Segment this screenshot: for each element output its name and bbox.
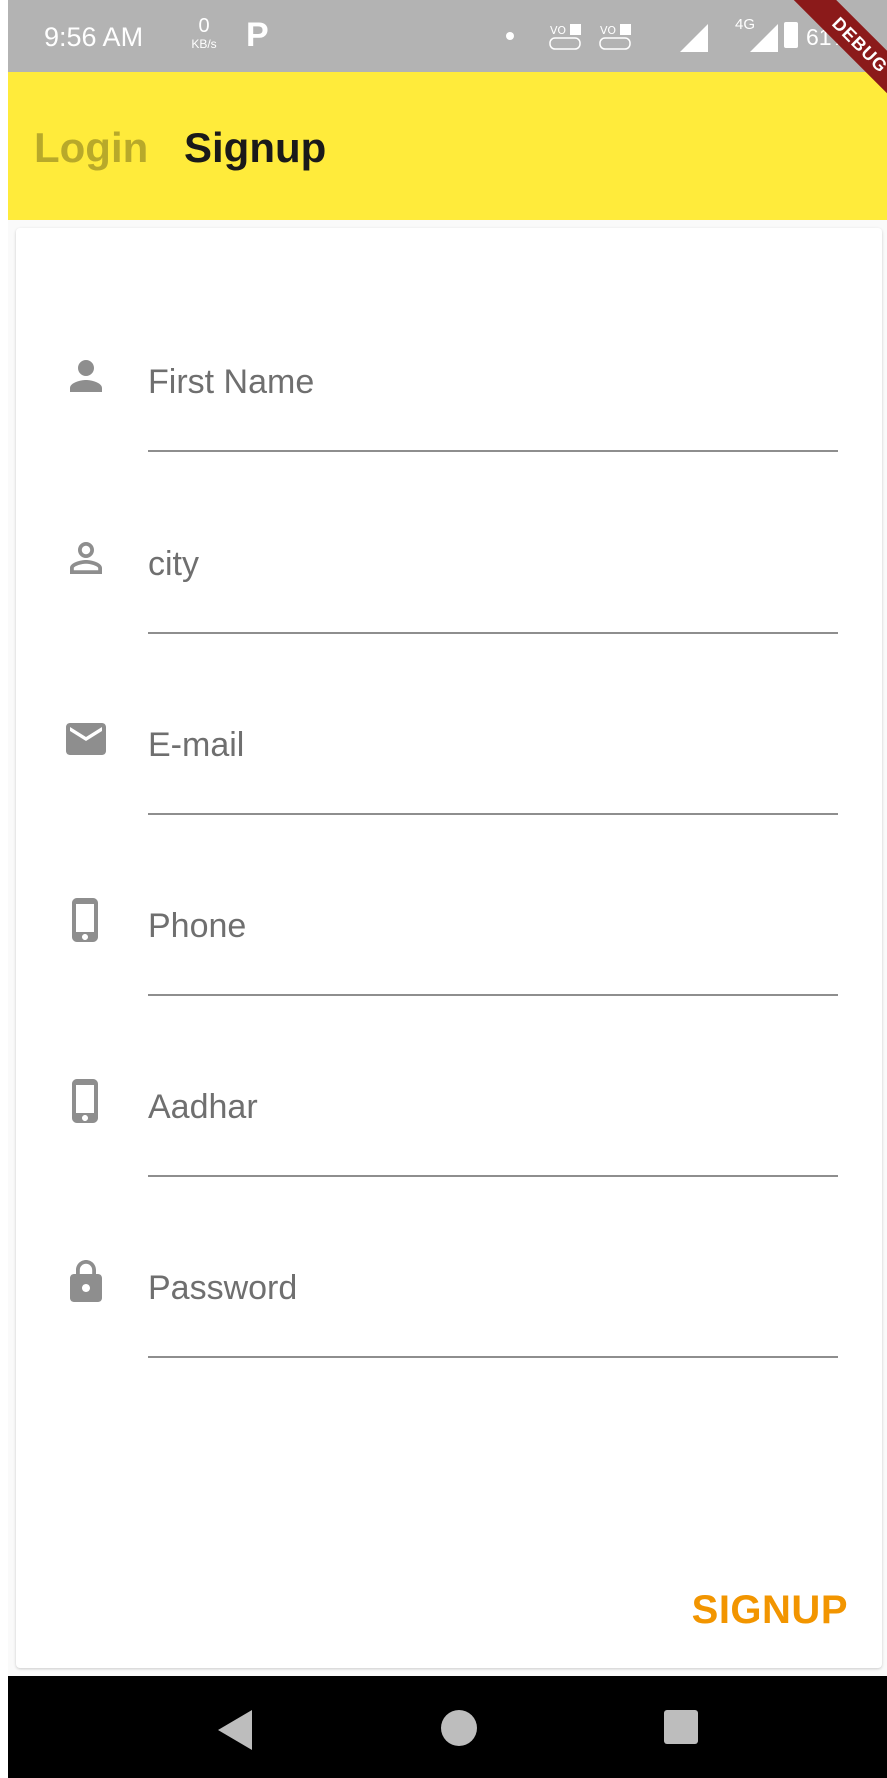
svg-text:VO: VO [550, 24, 566, 37]
recents-icon[interactable] [664, 1710, 698, 1744]
battery-icon [784, 22, 798, 48]
phone-field [16, 896, 882, 1046]
phone-icon [72, 1079, 98, 1123]
signal-sim1-icon [680, 24, 708, 52]
aadhar-field [16, 1077, 882, 1227]
password-field [16, 1258, 882, 1408]
net-speed: 0 KB/s [182, 16, 226, 50]
volte-sim1-icon: VO [549, 24, 581, 50]
home-icon[interactable] [441, 1710, 477, 1746]
tab-login[interactable]: Login [34, 124, 148, 172]
password-input[interactable] [148, 1258, 838, 1358]
net-speed-unit: KB/s [191, 37, 217, 51]
app-notification-icon: P [246, 16, 269, 54]
phone-screen: 9:56 AM 0 KB/s P VO VO 4G 61% DEBUG Logi… [8, 0, 887, 1778]
tab-signup[interactable]: Signup [184, 124, 326, 172]
signal-sim2-icon [750, 24, 778, 52]
city-input[interactable] [148, 534, 838, 634]
signup-card: SIGNUP [16, 228, 882, 1668]
email-field [16, 715, 882, 865]
email-icon [66, 723, 106, 755]
app-bar: Login Signup [8, 72, 887, 220]
net-speed-value: 0 [198, 15, 210, 37]
first-name-input[interactable] [148, 352, 838, 452]
person-outline-icon [70, 542, 102, 574]
back-icon[interactable] [218, 1710, 252, 1750]
city-field [16, 534, 882, 684]
notification-dot-icon [506, 32, 514, 40]
signup-button[interactable]: SIGNUP [692, 1588, 848, 1633]
system-nav-bar [8, 1676, 887, 1778]
svg-text:VO: VO [600, 24, 616, 37]
person-filled-icon [70, 360, 102, 392]
status-time: 9:56 AM [44, 22, 144, 52]
status-bar: 9:56 AM 0 KB/s P VO VO 4G 61% [8, 0, 887, 72]
email-input[interactable] [148, 715, 838, 815]
phone-input[interactable] [148, 896, 838, 996]
volte-sim2-icon: VO [599, 24, 631, 50]
phone-icon [72, 898, 98, 942]
aadhar-input[interactable] [148, 1077, 838, 1177]
lock-icon [70, 1260, 102, 1302]
first-name-field [16, 352, 882, 502]
